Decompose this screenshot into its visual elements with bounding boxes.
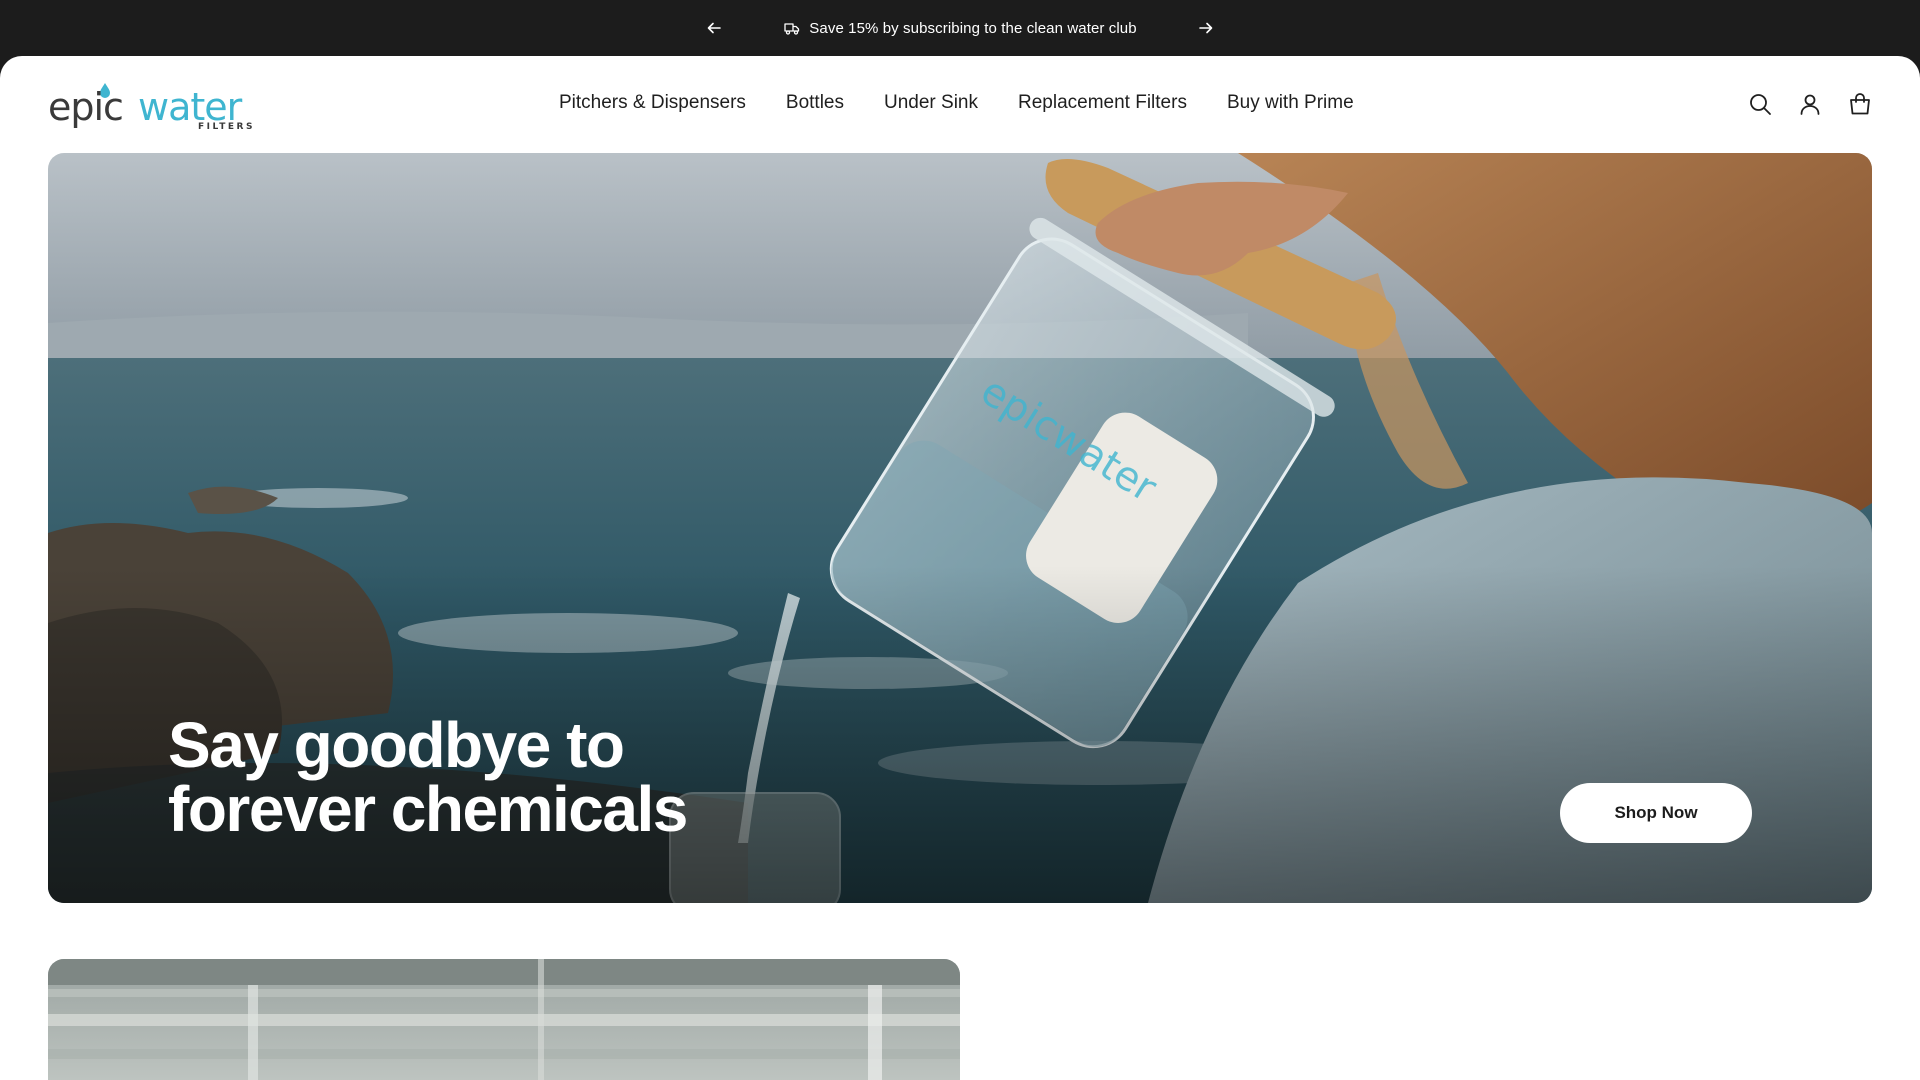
arrow-right-icon xyxy=(1199,22,1213,34)
shop-now-button[interactable]: Shop Now xyxy=(1560,783,1752,843)
main-navigation: Pitchers & Dispensers Bottles Under Sink… xyxy=(559,92,1354,114)
nav-pitchers-dispensers[interactable]: Pitchers & Dispensers xyxy=(559,92,746,114)
search-icon xyxy=(1750,94,1771,115)
header-tools xyxy=(1748,92,1872,116)
epicwater-logo: epic water FILTERS xyxy=(48,83,255,132)
site-header: epic water FILTERS Pitchers & Dispensers… xyxy=(0,56,1920,153)
featured-image xyxy=(48,959,960,1080)
svg-text:epic: epic xyxy=(48,85,123,129)
hero-heading-line-2: forever chemicals xyxy=(168,773,688,845)
hero-heading: Say goodbye to forever chemicals xyxy=(168,709,688,845)
nav-replacement-filters[interactable]: Replacement Filters xyxy=(1018,92,1187,114)
hero-banner: epicwater Say goodbye to forever chemica… xyxy=(48,153,1872,903)
featured-image-card[interactable] xyxy=(48,959,960,1080)
announcement-prev-button[interactable] xyxy=(700,14,728,42)
nav-under-sink[interactable]: Under Sink xyxy=(884,92,978,114)
truck-icon xyxy=(784,23,800,35)
announcement-message[interactable]: Save 15% by subscribing to the clean wat… xyxy=(783,19,1137,37)
shopping-bag-icon xyxy=(1850,93,1870,115)
user-icon xyxy=(1800,94,1820,115)
page-content: epic water FILTERS Pitchers & Dispensers… xyxy=(0,56,1920,1080)
arrow-left-icon xyxy=(707,22,721,34)
account-button[interactable] xyxy=(1798,92,1822,116)
hero-heading-line-1: Say goodbye to xyxy=(168,709,625,781)
nav-bottles[interactable]: Bottles xyxy=(786,92,844,114)
svg-text:FILTERS: FILTERS xyxy=(198,122,255,130)
search-button[interactable] xyxy=(1748,92,1772,116)
announcement-text: Save 15% by subscribing to the clean wat… xyxy=(809,19,1137,37)
announcement-next-button[interactable] xyxy=(1192,14,1220,42)
announcement-bar: Save 15% by subscribing to the clean wat… xyxy=(0,0,1920,56)
cart-button[interactable] xyxy=(1848,92,1872,116)
nav-buy-with-prime[interactable]: Buy with Prime xyxy=(1227,92,1354,114)
brand-logo[interactable]: epic water FILTERS xyxy=(48,80,274,132)
